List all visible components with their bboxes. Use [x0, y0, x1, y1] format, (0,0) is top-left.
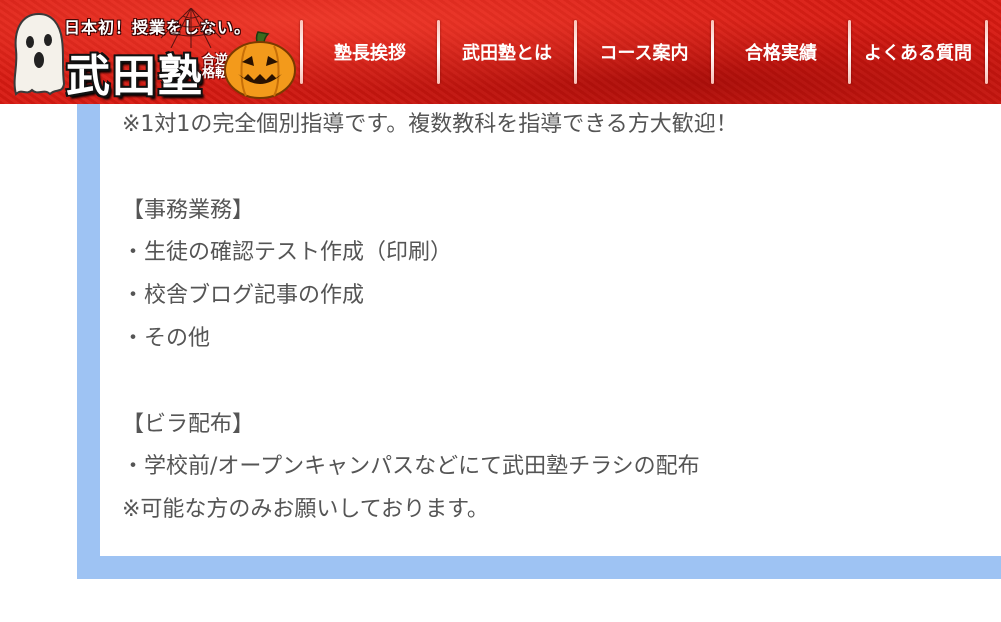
site-logo[interactable]: 日本初！授業をしない。 武田塾 合逆格転: [6, 4, 302, 102]
list-item: ・学校前/オープンキャンパスなどにて武田塾チラシの配布: [122, 454, 700, 480]
list-item: ・生徒の確認テスト作成（印刷）: [122, 240, 453, 266]
nav-divider: [985, 20, 988, 84]
text-line: ※1対1の完全個別指導です。複数教科を指導できる方大歓迎！: [122, 112, 738, 137]
nav-item-results[interactable]: 合格実績: [714, 0, 848, 104]
ghost-icon: [13, 12, 66, 96]
nav-item-faq[interactable]: よくある質問: [851, 0, 985, 104]
nav-item-about[interactable]: 武田塾とは: [440, 0, 574, 104]
spider-web-icon: [160, 8, 222, 48]
main-nav: 塾長挨拶 武田塾とは コース案内 合格実績 よくある質問: [300, 0, 988, 104]
job-description: ※1対1の完全個別指導です。複数教科を指導できる方大歓迎！ 【事務業務】 ・生徒…: [122, 104, 992, 532]
site-header: 日本初！授業をしない。 武田塾 合逆格転 塾長挨拶 武田塾とは コース案内 合格…: [0, 0, 1001, 104]
jack-o-lantern-icon: [224, 31, 296, 99]
section-heading: 【事務業務】: [122, 197, 255, 223]
text-line: ※可能な方のみお願いしております。: [122, 497, 489, 523]
nav-item-greeting[interactable]: 塾長挨拶: [303, 0, 437, 104]
list-item: ・校舎ブログ記事の作成: [122, 283, 365, 309]
list-item: ・その他: [122, 325, 211, 351]
nav-item-courses[interactable]: コース案内: [577, 0, 711, 104]
section-heading: 【ビラ配布】: [122, 411, 255, 437]
logo-name: 武田塾: [66, 51, 204, 102]
